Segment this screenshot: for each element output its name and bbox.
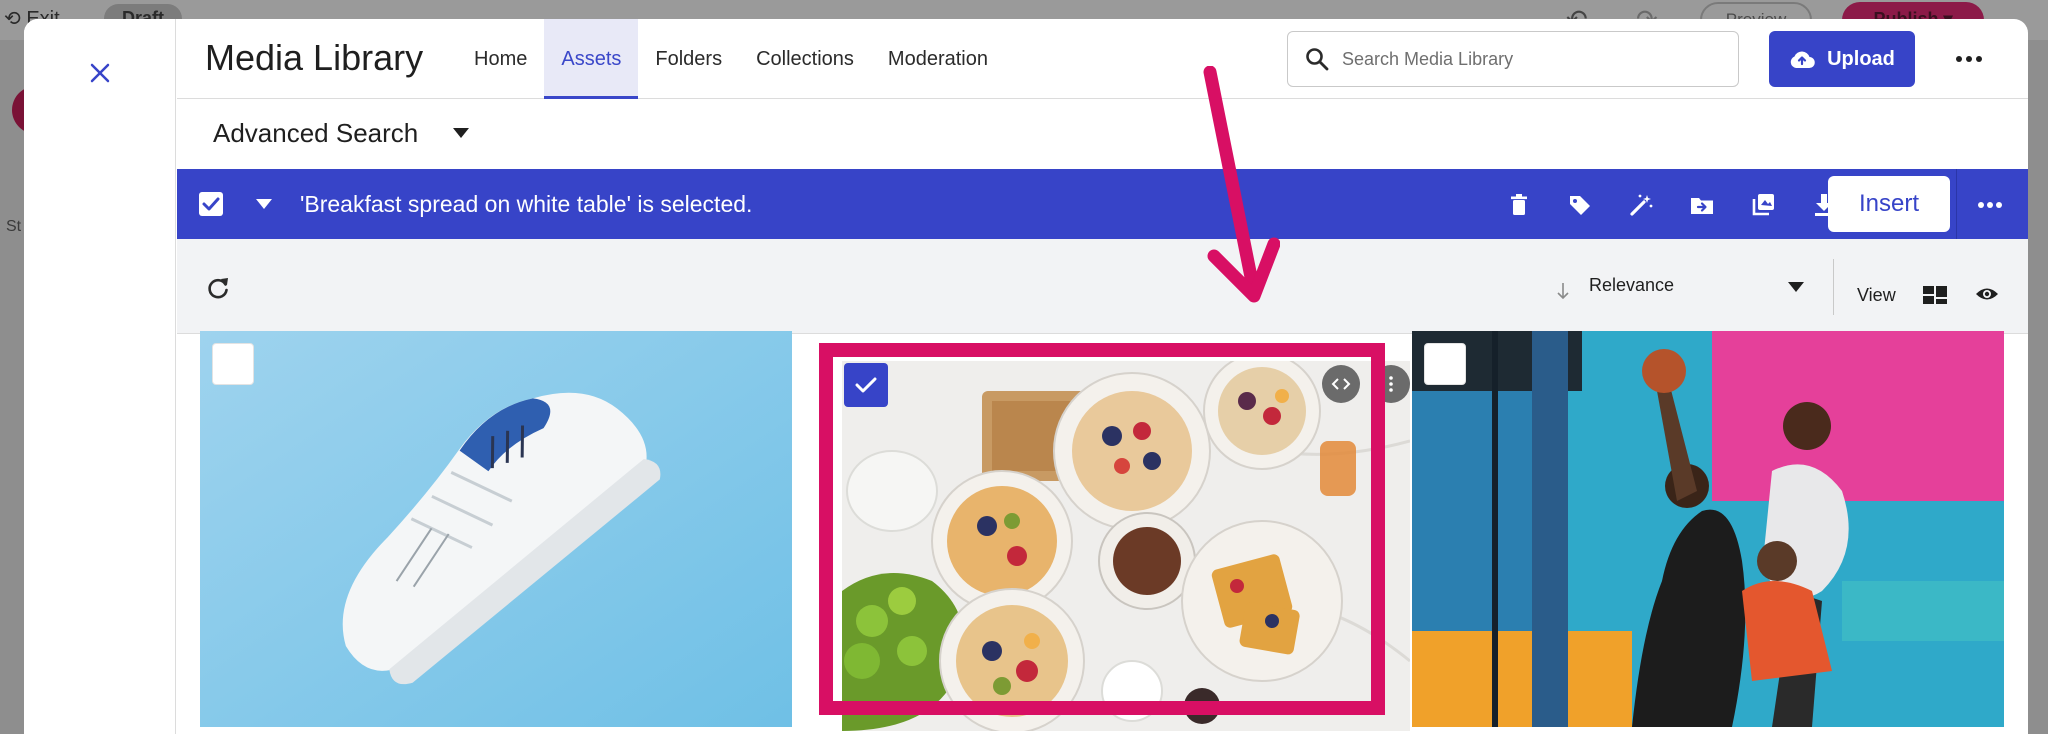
toolbar-divider [1833,259,1834,315]
sort-label: Relevance [1589,275,1675,295]
insert-button[interactable]: Insert [1828,176,1950,232]
modal-left-panel [24,19,176,734]
asset-checkbox[interactable] [212,343,254,385]
close-icon[interactable] [82,55,118,91]
page-title: Media Library [205,37,424,78]
asset-toolbar: Relevance View [177,239,2028,334]
selection-caret-down-icon[interactable] [255,198,273,210]
select-all-checkbox[interactable] [199,192,223,216]
refresh-icon[interactable] [205,275,231,301]
top-navigation: Media Library Home Assets Folders Collec… [177,19,2028,99]
search-icon [1306,48,1329,71]
tab-moderation[interactable]: Moderation [871,19,1005,99]
advanced-search-label[interactable]: Advanced Search [213,118,418,149]
search-box[interactable] [1287,31,1739,87]
cloud-upload-icon [1790,51,1815,69]
annotation-arrow-icon [1203,66,1280,303]
selection-more-icon[interactable] [1975,195,2005,215]
asset-checkbox[interactable] [1424,343,1466,385]
move-to-folder-icon[interactable] [1688,191,1716,219]
sort-direction-icon[interactable] [1555,281,1571,301]
upload-label: Upload [1827,47,1895,70]
tab-home[interactable]: Home [457,19,544,99]
nav-tabs: Home Assets Folders Collections Moderati… [457,19,1005,99]
add-to-collection-icon[interactable] [1749,191,1777,219]
asset-card-basketball[interactable] [1412,331,2004,727]
caret-down-icon[interactable] [451,126,471,140]
magic-wand-icon[interactable] [1627,191,1655,219]
selection-bar: 'Breakfast spread on white table' is sel… [177,169,2028,239]
selection-bar-divider [1956,169,1957,239]
trash-icon[interactable] [1505,191,1533,219]
advanced-search-row: Advanced Search [177,100,2028,169]
search-input[interactable] [1342,48,1702,70]
eye-icon[interactable] [1975,285,1999,303]
asset-card-sneaker[interactable] [200,331,792,727]
upload-button[interactable]: Upload [1769,31,1915,87]
tab-assets[interactable]: Assets [544,19,639,99]
tab-folders[interactable]: Folders [638,19,739,99]
sort-select[interactable]: Relevance [1589,267,1815,307]
background-left-text: St [6,218,22,235]
highlight-annotation-box [819,343,1385,715]
sort-caret-down-icon [1788,282,1804,292]
sneaker-image [200,331,792,727]
tag-icon[interactable] [1566,191,1594,219]
view-label: View [1857,285,1896,305]
more-options-icon[interactable] [1951,47,1987,71]
masonry-view-icon[interactable] [1923,286,1947,304]
tab-collections[interactable]: Collections [739,19,871,99]
basketball-image [1412,331,2004,727]
selection-status-text: 'Breakfast spread on white table' is sel… [300,191,753,217]
